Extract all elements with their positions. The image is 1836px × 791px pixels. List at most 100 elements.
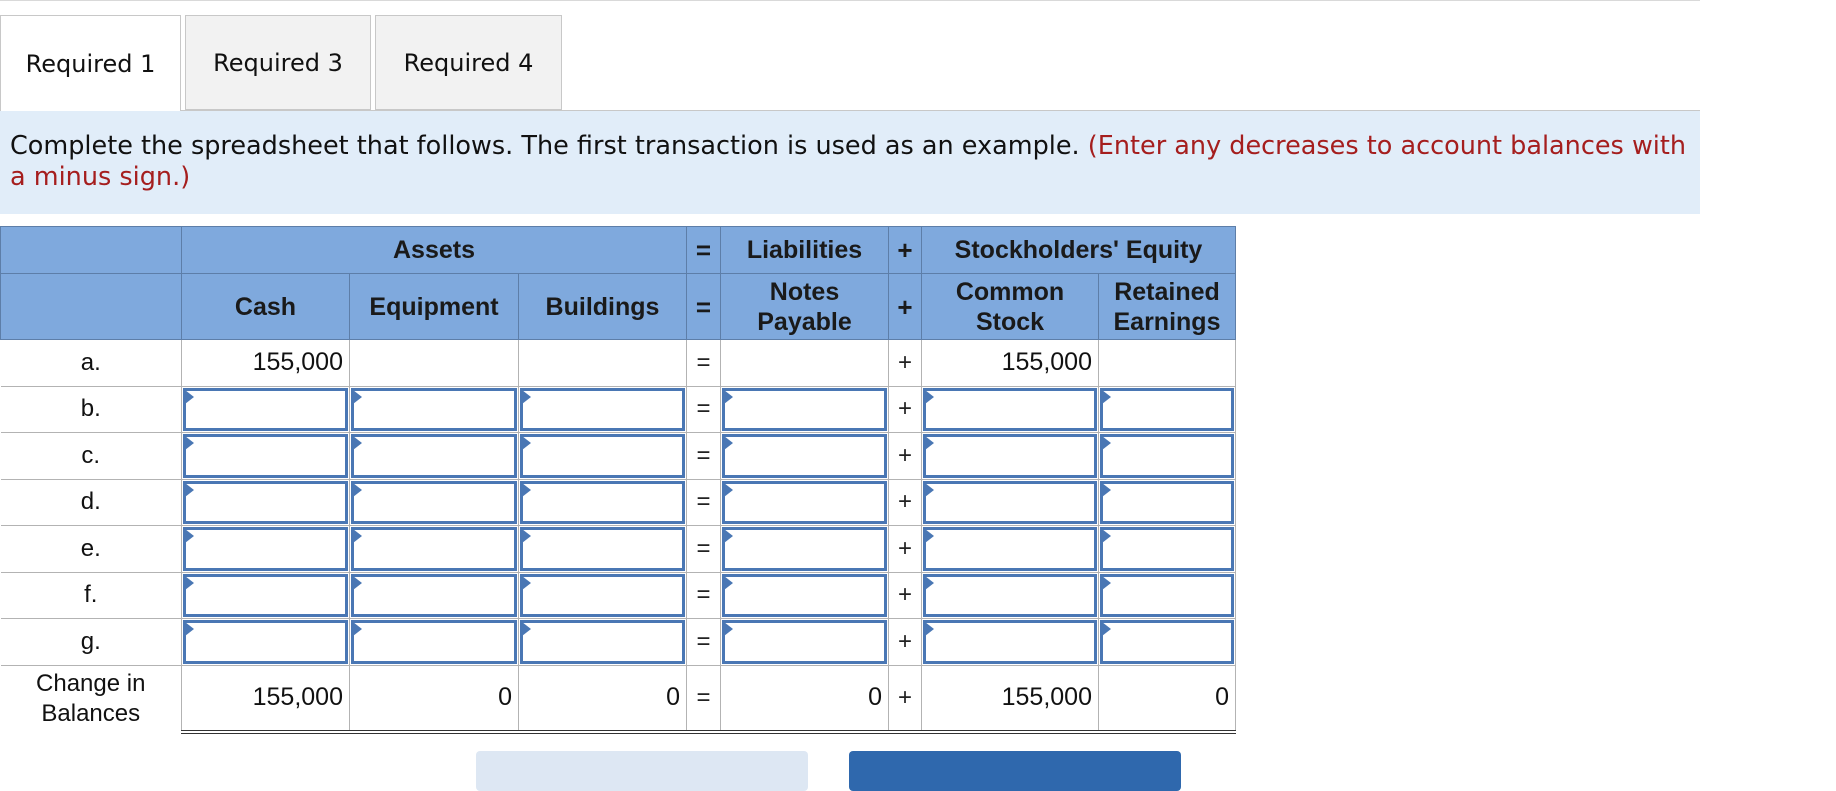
table-row: d. = + — [0, 478, 1236, 526]
equals-header: = — [686, 226, 721, 274]
equipment-input[interactable] — [349, 432, 519, 480]
retained-earnings-input[interactable] — [1098, 525, 1236, 573]
equipment-input-box[interactable] — [351, 527, 517, 571]
equals-sign: = — [686, 478, 721, 526]
tab-required-4[interactable]: Required 4 — [375, 15, 562, 110]
retained-earnings-input[interactable] — [1098, 385, 1236, 433]
common-stock-input-box[interactable] — [923, 387, 1097, 431]
equals-sign: = — [686, 339, 721, 387]
common-stock-input[interactable] — [921, 385, 1099, 433]
equipment-input[interactable] — [349, 385, 519, 433]
notes-payable-cell — [720, 339, 889, 387]
notes-payable-input-box[interactable] — [722, 620, 887, 664]
retained-earnings-input-box[interactable] — [1100, 573, 1234, 617]
common-stock-input-box[interactable] — [923, 480, 1097, 524]
retained-earnings-input[interactable] — [1098, 478, 1236, 526]
cash-input[interactable] — [181, 478, 350, 526]
notes-payable-input[interactable] — [720, 618, 889, 666]
equipment-input[interactable] — [349, 571, 519, 619]
common-stock-input[interactable] — [921, 478, 1099, 526]
cash-input[interactable] — [181, 432, 350, 480]
buildings-input-box[interactable] — [520, 573, 685, 617]
buildings-input[interactable] — [518, 525, 687, 573]
row-label: c. — [0, 432, 182, 480]
notes-payable-input[interactable] — [720, 571, 889, 619]
cash-input-box[interactable] — [183, 527, 348, 571]
cash-input-box[interactable] — [183, 573, 348, 617]
cash-input[interactable] — [181, 385, 350, 433]
cash-input-box[interactable] — [183, 480, 348, 524]
buildings-input-box[interactable] — [520, 387, 685, 431]
common-stock-input-box[interactable] — [923, 527, 1097, 571]
cash-input-box[interactable] — [183, 387, 348, 431]
plus-header: + — [888, 226, 922, 274]
retained-earnings-input-box[interactable] — [1100, 527, 1234, 571]
cash-input[interactable] — [181, 571, 350, 619]
notes-payable-input[interactable] — [720, 478, 889, 526]
buildings-input-box[interactable] — [520, 620, 685, 664]
notes-payable-input[interactable] — [720, 432, 889, 480]
common-stock-input[interactable] — [921, 618, 1099, 666]
requirement-tabs: Required 1 Required 3 Required 4 — [0, 15, 1700, 111]
cash-input[interactable] — [181, 618, 350, 666]
cash-input[interactable] — [181, 525, 350, 573]
notes-payable-input[interactable] — [720, 525, 889, 573]
equipment-input[interactable] — [349, 618, 519, 666]
plus-sign: + — [888, 478, 922, 526]
notes-payable-input-box[interactable] — [722, 387, 887, 431]
equipment-input-box[interactable] — [351, 620, 517, 664]
notes-payable-input-box[interactable] — [722, 434, 887, 478]
common-stock-input-box[interactable] — [923, 620, 1097, 664]
group-header-row: Assets = Liabilities + Stockholders' Equ… — [0, 226, 1236, 274]
equals-sign: = — [686, 385, 721, 433]
row-label: f. — [0, 571, 182, 619]
table-row: c. = + — [0, 432, 1236, 480]
buildings-input-box[interactable] — [520, 527, 685, 571]
retained-earnings-input-box[interactable] — [1100, 434, 1234, 478]
retained-earnings-input[interactable] — [1098, 618, 1236, 666]
retained-earnings-input[interactable] — [1098, 432, 1236, 480]
retained-earnings-input-box[interactable] — [1100, 480, 1234, 524]
common-stock-input-box[interactable] — [923, 573, 1097, 617]
common-stock-input[interactable] — [921, 432, 1099, 480]
next-button[interactable] — [849, 751, 1181, 791]
tab-required-1[interactable]: Required 1 — [0, 15, 181, 111]
row-label: d. — [0, 478, 182, 526]
retained-earnings-input-box[interactable] — [1100, 620, 1234, 664]
totals-label: Change in Balances — [0, 664, 182, 732]
notes-payable-input-box[interactable] — [722, 480, 887, 524]
equipment-total: 0 — [349, 664, 519, 734]
tab-required-3[interactable]: Required 3 — [185, 15, 371, 110]
buildings-input[interactable] — [518, 385, 687, 433]
common-stock-input-box[interactable] — [923, 434, 1097, 478]
equipment-input-box[interactable] — [351, 480, 517, 524]
buildings-input[interactable] — [518, 618, 687, 666]
notes-payable-input-box[interactable] — [722, 527, 887, 571]
totals-row: Change in Balances 155,000 0 0 = 0 + 155… — [0, 664, 1236, 734]
cash-input-box[interactable] — [183, 620, 348, 664]
buildings-input-box[interactable] — [520, 480, 685, 524]
notes-payable-input[interactable] — [720, 385, 889, 433]
common-stock-input[interactable] — [921, 525, 1099, 573]
equals-column-header: = — [686, 273, 721, 340]
notes-payable-input-box[interactable] — [722, 573, 887, 617]
cash-input-box[interactable] — [183, 434, 348, 478]
equipment-input[interactable] — [349, 525, 519, 573]
buildings-input[interactable] — [518, 432, 687, 480]
buildings-input-box[interactable] — [520, 434, 685, 478]
equipment-input-box[interactable] — [351, 434, 517, 478]
plus-column-header: + — [888, 273, 922, 340]
previous-button[interactable] — [476, 751, 808, 791]
buildings-input[interactable] — [518, 478, 687, 526]
equipment-input[interactable] — [349, 478, 519, 526]
equipment-input-box[interactable] — [351, 573, 517, 617]
plus-sign: + — [888, 618, 922, 666]
table-row: f. = + — [0, 571, 1236, 619]
equals-sign: = — [686, 618, 721, 666]
equipment-input-box[interactable] — [351, 387, 517, 431]
common-stock-input[interactable] — [921, 571, 1099, 619]
retained-earnings-input-box[interactable] — [1100, 387, 1234, 431]
retained-earnings-input[interactable] — [1098, 571, 1236, 619]
plus-sign: + — [888, 525, 922, 573]
buildings-input[interactable] — [518, 571, 687, 619]
